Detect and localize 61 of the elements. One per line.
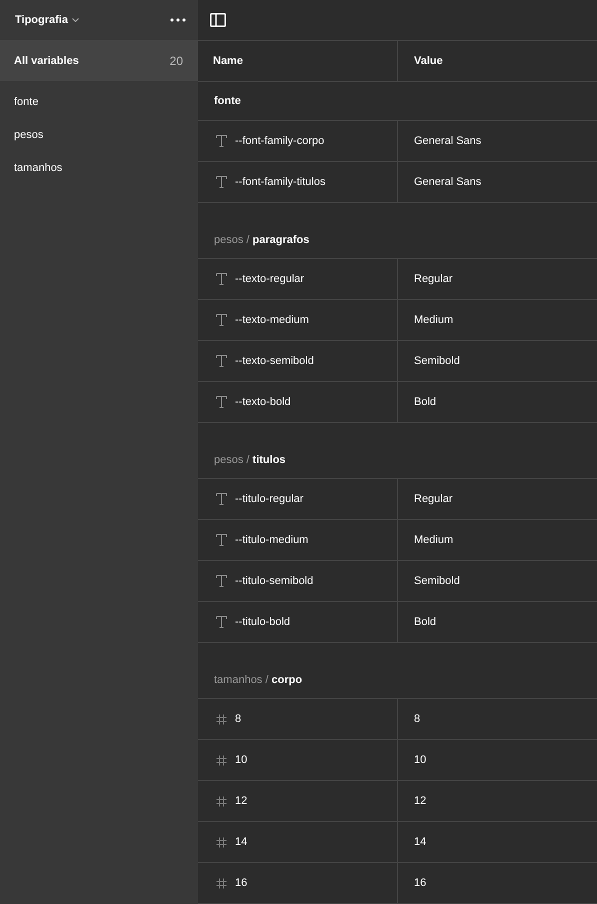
variable-name: 16 — [235, 877, 248, 889]
collection-dropdown[interactable]: Tipografia — [15, 14, 79, 26]
variable-value: General Sans — [414, 176, 482, 188]
column-header: Value — [414, 55, 443, 67]
text-type-icon — [216, 575, 227, 587]
variable-name: --font-family-titulos — [235, 176, 326, 188]
variable-name: --font-family-corpo — [235, 135, 324, 147]
sidebar-item[interactable]: All variables 20 — [0, 40, 198, 81]
variable-name: --texto-semibold — [235, 355, 314, 367]
sidebar-item[interactable]: tamanhos — [0, 151, 198, 184]
text-type-icon — [216, 176, 227, 188]
variable-name: --titulo-semibold — [235, 575, 314, 587]
variable-value: 16 — [414, 877, 426, 889]
sidebar-item[interactable]: fonte — [0, 85, 198, 118]
variable-name: 8 — [235, 713, 242, 725]
hash-icon — [216, 754, 227, 766]
variable-count: 20 — [170, 54, 183, 68]
sidebar-item[interactable]: pesos — [0, 118, 198, 151]
variable-value: Regular — [414, 273, 453, 285]
variable-value: 14 — [414, 836, 426, 848]
text-type-icon — [216, 616, 227, 628]
text-type-icon — [216, 396, 227, 408]
group-title: pesos / titulos — [214, 454, 286, 466]
variable-value: Medium — [414, 314, 454, 326]
group-title: fonte — [214, 95, 241, 107]
text-type-icon — [216, 355, 227, 367]
variable-name: --texto-medium — [235, 314, 309, 326]
variable-value: 8 — [414, 713, 420, 725]
variable-name: --titulo-bold — [235, 616, 290, 628]
sidebar-toggle-icon[interactable] — [208, 11, 228, 29]
variable-name: 14 — [235, 836, 248, 848]
variable-value: Bold — [414, 616, 436, 628]
variable-name: 10 — [235, 754, 248, 766]
variable-value: Medium — [414, 534, 454, 546]
variable-value: Semibold — [414, 355, 460, 367]
chevron-down-icon — [72, 18, 79, 22]
variable-name: --texto-bold — [235, 396, 291, 408]
variable-name: --titulo-regular — [235, 493, 304, 505]
variable-value: 12 — [414, 795, 426, 807]
variable-name: --titulo-medium — [235, 534, 308, 546]
text-type-icon — [216, 314, 227, 326]
sidebar-item-label: All variables — [14, 54, 79, 66]
text-type-icon — [216, 493, 227, 505]
column-header: Name — [213, 55, 243, 67]
variable-value: Regular — [414, 493, 453, 505]
text-type-icon — [216, 273, 227, 285]
group-title: pesos / paragrafos — [214, 234, 310, 246]
group-title: tamanhos / corpo — [214, 674, 302, 686]
variable-value: General Sans — [414, 135, 482, 147]
variable-value: 10 — [414, 754, 426, 766]
text-type-icon — [216, 135, 227, 147]
text-type-icon — [216, 534, 227, 546]
variable-value: Semibold — [414, 575, 460, 587]
hash-icon — [216, 878, 227, 888]
hash-icon — [216, 796, 227, 806]
variable-name: --texto-regular — [235, 273, 304, 285]
hash-icon — [216, 714, 227, 724]
variable-value: Bold — [414, 396, 436, 408]
variable-name: 12 — [235, 795, 248, 807]
more-options-icon[interactable] — [168, 16, 188, 24]
hash-icon — [216, 836, 227, 848]
